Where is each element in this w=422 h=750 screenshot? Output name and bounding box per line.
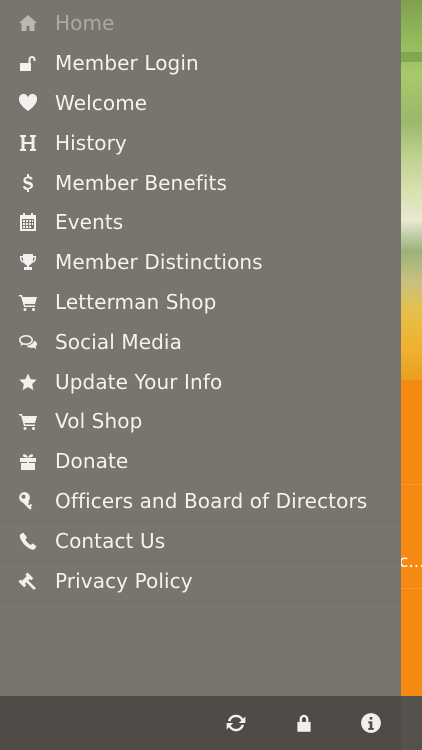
key-icon — [17, 490, 39, 512]
menu-item-label: Vol Shop — [55, 409, 143, 434]
menu-item-label: Donate — [55, 449, 129, 474]
info-button[interactable] — [358, 710, 384, 736]
gift-icon — [17, 450, 39, 472]
cart-icon — [17, 291, 39, 313]
menu-item-label: Home — [55, 11, 115, 36]
menu-item-label: Privacy Policy — [55, 568, 193, 593]
home-icon — [17, 12, 39, 34]
refresh-icon — [226, 714, 246, 732]
dollar-icon — [17, 172, 39, 194]
menu-item-label: Events — [55, 210, 124, 235]
h-letter-icon — [17, 132, 39, 154]
menu-item-label: Social Media — [55, 329, 182, 354]
menu-item-welcome[interactable]: Welcome — [0, 84, 401, 124]
star-icon — [17, 371, 39, 393]
lock-button[interactable] — [291, 710, 317, 736]
background-orange-panel: c... — [399, 380, 422, 696]
menu-item-events[interactable]: Events — [0, 203, 401, 243]
menu-item-vol-shop[interactable]: Vol Shop — [0, 402, 401, 442]
phone-icon — [17, 530, 39, 552]
menu-item-donate[interactable]: Donate — [0, 442, 401, 482]
menu-item-label: Member Distinctions — [55, 250, 263, 275]
menu-item-label: Contact Us — [55, 528, 166, 553]
menu-list: Home Member Login Welcome History Member — [0, 4, 401, 601]
menu-item-update-your-info[interactable]: Update Your Info — [0, 362, 401, 402]
menu-item-label: Member Login — [55, 51, 199, 76]
menu-item-contact-us[interactable]: Contact Us — [0, 521, 401, 561]
menu-item-label: Welcome — [55, 90, 148, 115]
info-icon — [361, 713, 381, 733]
menu-item-member-benefits[interactable]: Member Benefits — [0, 163, 401, 203]
menu-item-label: History — [55, 130, 127, 155]
menu-item-officers-and-board[interactable]: Officers and Board of Directors — [0, 482, 401, 522]
background-bottom-bar — [401, 696, 422, 750]
menu-item-home[interactable]: Home — [0, 4, 401, 44]
menu-item-label: Update Your Info — [55, 369, 223, 394]
cart-icon — [17, 410, 39, 432]
background-truncated-text: c... — [399, 552, 422, 572]
menu-item-privacy-policy[interactable]: Privacy Policy — [0, 561, 401, 601]
lock-icon — [297, 714, 311, 732]
refresh-button[interactable] — [223, 710, 249, 736]
menu-item-label: Letterman Shop — [55, 289, 217, 314]
trophy-icon — [17, 251, 39, 273]
navigation-drawer: Home Member Login Welcome History Member — [0, 0, 401, 750]
background-photo-strip — [401, 52, 422, 62]
menu-item-label: Officers and Board of Directors — [55, 488, 368, 513]
menu-item-history[interactable]: History — [0, 123, 401, 163]
menu-item-social-media[interactable]: Social Media — [0, 322, 401, 362]
chat-bubbles-icon — [17, 331, 39, 353]
calendar-icon — [17, 211, 39, 233]
menu-item-label: Member Benefits — [55, 170, 227, 195]
background-content: c... — [399, 0, 422, 750]
drawer-toolbar — [0, 696, 401, 750]
unlock-icon — [17, 52, 39, 74]
heart-icon — [17, 92, 39, 114]
menu-item-member-distinctions[interactable]: Member Distinctions — [0, 243, 401, 283]
menu-item-member-login[interactable]: Member Login — [0, 44, 401, 84]
gavel-icon — [17, 570, 39, 592]
menu-item-letterman-shop[interactable]: Letterman Shop — [0, 283, 401, 323]
